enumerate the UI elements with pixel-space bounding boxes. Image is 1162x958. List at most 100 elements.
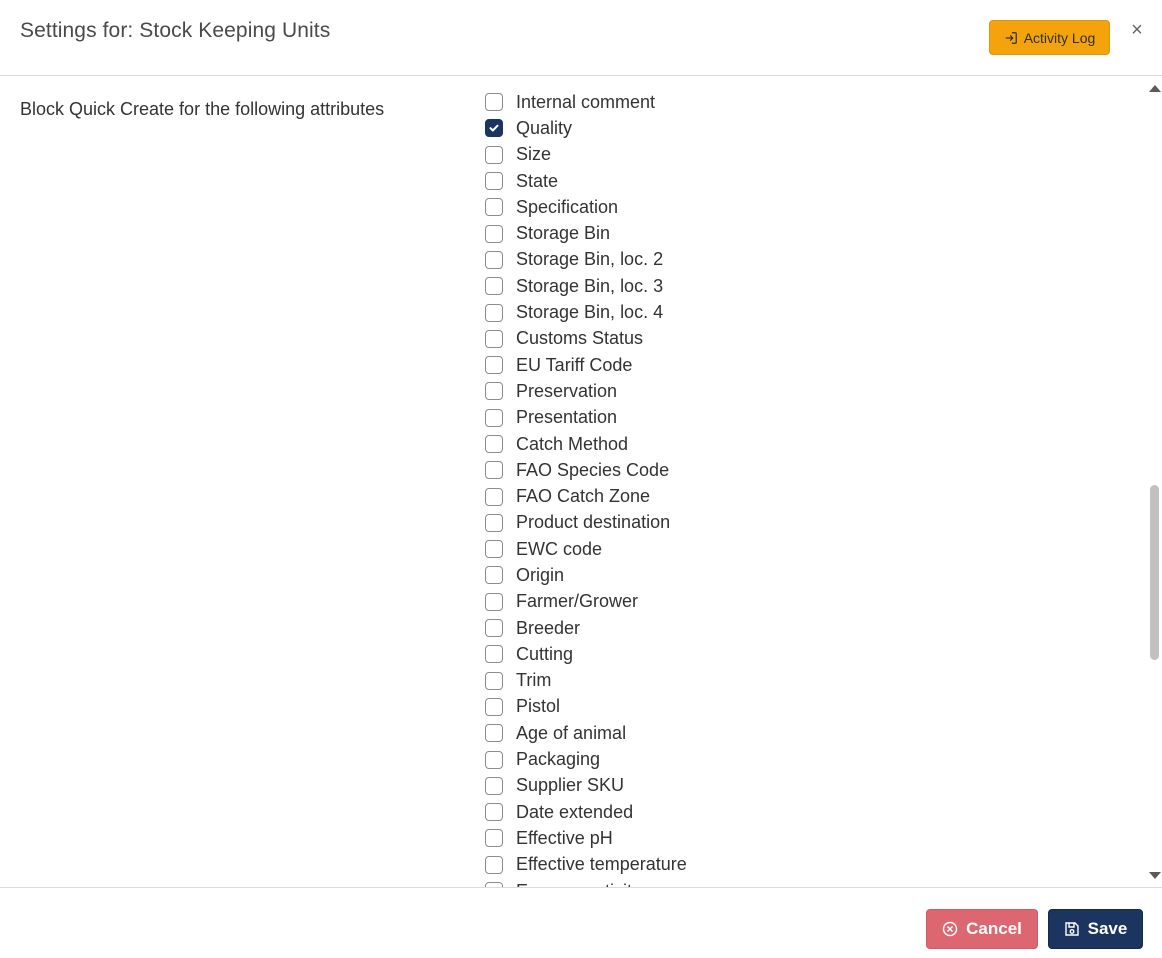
attribute-list-item[interactable]: Customs Status bbox=[485, 326, 687, 352]
cancel-label: Cancel bbox=[966, 919, 1022, 938]
attribute-checkbox[interactable] bbox=[485, 250, 503, 269]
attribute-checkbox[interactable] bbox=[485, 671, 503, 690]
scrollbar[interactable] bbox=[1146, 77, 1162, 887]
attribute-label: Internal comment bbox=[516, 91, 656, 112]
attribute-label: Specification bbox=[516, 196, 619, 217]
attribute-label: Pistol bbox=[516, 696, 561, 717]
attribute-list-item[interactable]: State bbox=[485, 168, 687, 194]
attribute-list-item[interactable]: Storage Bin bbox=[485, 220, 687, 246]
attribute-list-item[interactable]: Storage Bin, loc. 4 bbox=[485, 299, 687, 325]
attribute-checkbox[interactable] bbox=[485, 487, 503, 506]
attribute-checkbox[interactable] bbox=[485, 803, 503, 822]
dialog-header: Settings for: Stock Keeping Units Activi… bbox=[0, 0, 1162, 76]
attribute-list-item[interactable]: Catch Method bbox=[485, 431, 687, 457]
attribute-label: Preservation bbox=[516, 380, 618, 401]
attribute-label: Origin bbox=[516, 564, 565, 585]
attribute-label: Supplier SKU bbox=[516, 775, 625, 796]
attribute-label: EWC code bbox=[516, 538, 603, 559]
attribute-checkbox[interactable] bbox=[485, 382, 503, 401]
save-button[interactable]: Save bbox=[1048, 909, 1143, 949]
attribute-list-item[interactable]: Effective temperature bbox=[485, 852, 687, 878]
attribute-label: Trim bbox=[516, 670, 552, 691]
save-disk-icon bbox=[1064, 922, 1079, 936]
attribute-list-item[interactable]: EU Tariff Code bbox=[485, 352, 687, 378]
dialog-title: Settings for: Stock Keeping Units bbox=[20, 19, 331, 42]
attribute-list-item[interactable]: FAO Species Code bbox=[485, 457, 687, 483]
attribute-checkbox[interactable] bbox=[485, 855, 503, 874]
attribute-list-item[interactable]: Packaging bbox=[485, 746, 687, 772]
attribute-checkbox[interactable] bbox=[485, 224, 503, 243]
scrollbar-thumb[interactable] bbox=[1150, 485, 1159, 660]
checkmark-icon bbox=[489, 125, 499, 132]
attribute-checkbox[interactable] bbox=[485, 145, 503, 164]
attribute-list-item[interactable]: Presentation bbox=[485, 405, 687, 431]
attribute-list-item[interactable]: Effective pH bbox=[485, 825, 687, 851]
attribute-checkbox[interactable] bbox=[485, 119, 503, 138]
attribute-label: Product destination bbox=[516, 512, 671, 533]
attribute-label: Cutting bbox=[516, 643, 574, 664]
attribute-label: Effective pH bbox=[516, 827, 613, 848]
scroll-down-arrow-icon[interactable] bbox=[1149, 872, 1161, 879]
attribute-label: State bbox=[516, 170, 559, 191]
attribute-checkbox[interactable] bbox=[485, 461, 503, 480]
attribute-checkbox[interactable] bbox=[485, 566, 503, 585]
attribute-list-item[interactable]: Storage Bin, loc. 2 bbox=[485, 247, 687, 273]
attribute-label: FAO Catch Zone bbox=[516, 486, 651, 507]
attribute-label: Storage Bin, loc. 3 bbox=[516, 275, 664, 296]
cancel-button[interactable]: Cancel bbox=[926, 909, 1038, 949]
attribute-label: Age of animal bbox=[516, 722, 627, 743]
attribute-list-item[interactable]: Size bbox=[485, 142, 687, 168]
attribute-label: Size bbox=[516, 144, 552, 165]
attribute-checkbox[interactable] bbox=[485, 513, 503, 532]
attribute-checkbox[interactable] bbox=[485, 776, 503, 795]
attribute-checkbox[interactable] bbox=[485, 198, 503, 217]
attribute-list-item[interactable]: Date extended bbox=[485, 799, 687, 825]
attribute-list-item[interactable]: Farmer/Grower bbox=[485, 589, 687, 615]
attribute-list-item[interactable]: Specification bbox=[485, 194, 687, 220]
attribute-list-item[interactable]: EWC code bbox=[485, 536, 687, 562]
attribute-label: Packaging bbox=[516, 749, 601, 770]
attribute-label: Storage Bin, loc. 2 bbox=[516, 249, 664, 270]
cancel-circle-icon bbox=[942, 921, 958, 937]
scroll-up-arrow-icon[interactable] bbox=[1149, 85, 1161, 92]
attribute-checkbox[interactable] bbox=[485, 750, 503, 769]
attribute-checkbox[interactable] bbox=[485, 540, 503, 559]
attribute-checkbox[interactable] bbox=[485, 277, 503, 296]
attribute-checkbox[interactable] bbox=[485, 93, 503, 112]
attribute-label: Storage Bin bbox=[516, 223, 611, 244]
attribute-checkbox[interactable] bbox=[485, 592, 503, 611]
attribute-list-item[interactable]: Storage Bin, loc. 3 bbox=[485, 273, 687, 299]
attribute-checkbox[interactable] bbox=[485, 356, 503, 375]
attribute-list-item[interactable]: Origin bbox=[485, 562, 687, 588]
attribute-list-item[interactable]: Supplier SKU bbox=[485, 773, 687, 799]
attribute-list-item[interactable]: Product destination bbox=[485, 510, 687, 536]
attribute-list-item[interactable]: Pistol bbox=[485, 694, 687, 720]
attribute-list-item[interactable]: Cutting bbox=[485, 641, 687, 667]
attribute-label: Customs Status bbox=[516, 328, 644, 349]
attribute-checkbox[interactable] bbox=[485, 329, 503, 348]
attribute-list-item[interactable]: FAO Catch Zone bbox=[485, 483, 687, 509]
attribute-checkbox[interactable] bbox=[485, 697, 503, 716]
activity-log-button[interactable]: Activity Log bbox=[989, 20, 1110, 55]
attribute-list-item[interactable]: Enzyme activity bbox=[485, 878, 687, 887]
attribute-list-item[interactable]: Preservation bbox=[485, 378, 687, 404]
attribute-checkbox[interactable] bbox=[485, 408, 503, 427]
attribute-label: Catch Method bbox=[516, 433, 629, 454]
attribute-list-item[interactable]: Quality bbox=[485, 115, 687, 141]
attribute-list-item[interactable]: Breeder bbox=[485, 615, 687, 641]
close-icon[interactable]: × bbox=[1128, 20, 1146, 40]
attribute-checkbox[interactable] bbox=[485, 645, 503, 664]
attribute-checkbox[interactable] bbox=[485, 172, 503, 191]
attribute-list-item[interactable]: Trim bbox=[485, 668, 687, 694]
attribute-checkbox[interactable] bbox=[485, 435, 503, 453]
attribute-checkbox[interactable] bbox=[485, 724, 503, 743]
attribute-checkbox[interactable] bbox=[485, 303, 503, 322]
block-quick-create-label: Block Quick Create for the following att… bbox=[20, 99, 385, 119]
attribute-list-item[interactable]: Age of animal bbox=[485, 720, 687, 746]
attribute-checkbox[interactable] bbox=[485, 829, 503, 848]
attribute-list-item[interactable]: Internal comment bbox=[485, 89, 687, 115]
dialog-body[interactable]: Block Quick Create for the following att… bbox=[0, 77, 1162, 887]
attribute-label: Effective temperature bbox=[516, 854, 687, 875]
activity-log-label: Activity Log bbox=[1023, 29, 1096, 46]
attribute-checkbox[interactable] bbox=[485, 619, 503, 638]
